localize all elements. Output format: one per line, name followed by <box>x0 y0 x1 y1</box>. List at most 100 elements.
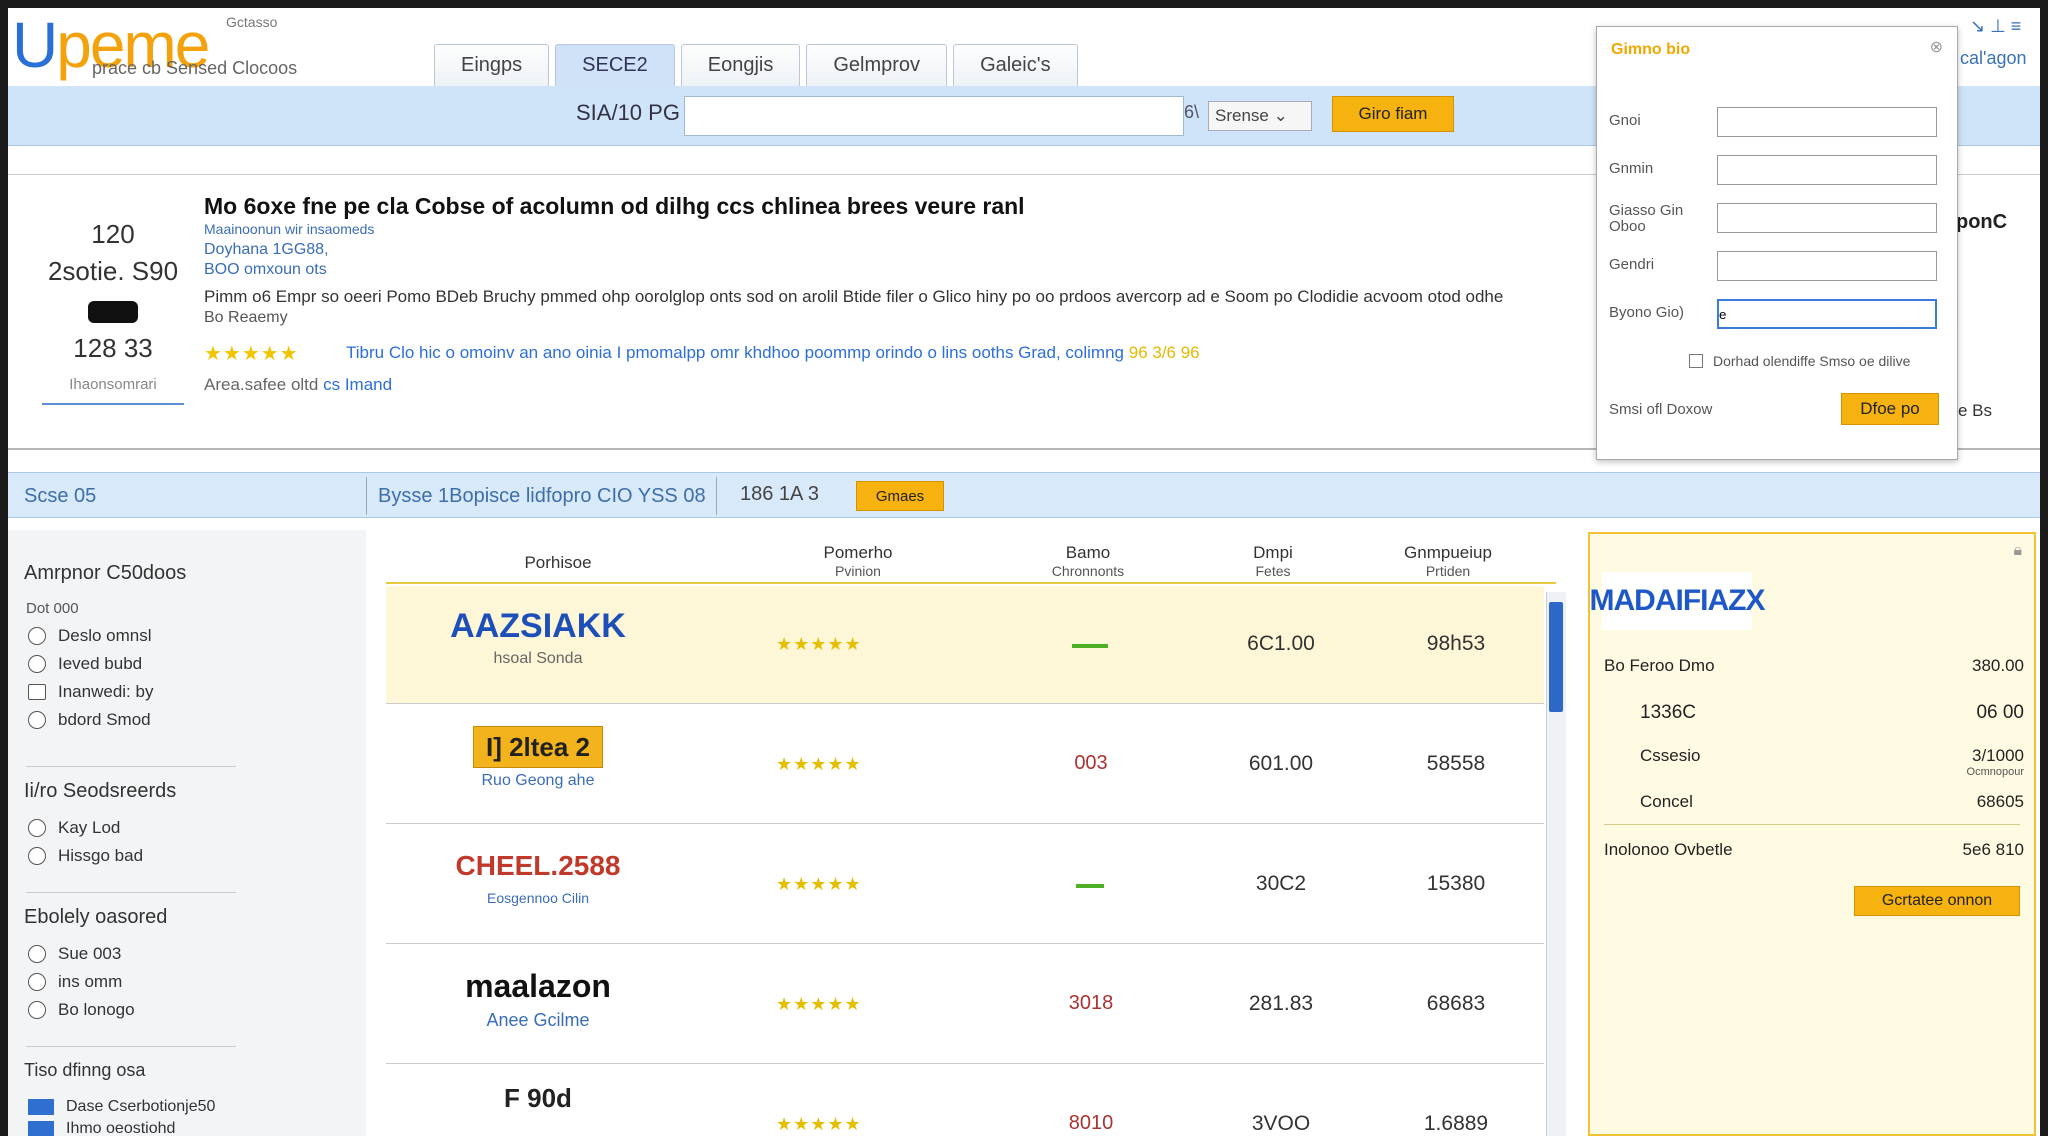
summary-row-label: 1336C <box>1640 702 1696 723</box>
featured-meta-2[interactable]: Doyhana 1GG88, <box>204 241 329 259</box>
popup-field-input[interactable] <box>1717 107 1937 137</box>
rank-pill[interactable] <box>88 301 138 323</box>
filter-option[interactable]: Dase Cserbotionje50 <box>28 1098 215 1116</box>
column-header[interactable]: Dmpi Fetes <box>1218 544 1328 580</box>
brand-logo: CHEEL.2588 <box>455 850 621 881</box>
row-brand[interactable]: F 90d <box>438 1078 638 1118</box>
brand-subtitle: hsoal Sonda <box>493 650 583 667</box>
signin-popup: Gimno bio ⊗ Gnoi Gnmin Giasso Gin Oboo G… <box>1596 26 1958 460</box>
tab-1[interactable]: SECE2 <box>555 44 675 86</box>
popup-field-row: Giasso Gin Oboo <box>1609 203 1949 235</box>
search-button[interactable]: Giro fiam <box>1332 96 1454 132</box>
close-icon[interactable]: ⊗ <box>1930 37 1943 57</box>
summary-row-value-group: 3/1000 Ocmnopour <box>1967 746 2024 778</box>
radio-button[interactable] <box>28 711 46 729</box>
tab-4[interactable]: Galeic's <box>953 44 1078 86</box>
radio-button[interactable] <box>28 945 46 963</box>
filter-option[interactable]: Kay Lod <box>28 818 120 838</box>
divider <box>26 892 236 893</box>
column-header[interactable]: Pomerho Pvinion <box>768 544 948 580</box>
tab-2[interactable]: Eongjis <box>680 44 801 86</box>
featured-meta-3[interactable]: BOO omxoun ots <box>204 261 327 279</box>
chevron-down-icon: ⌄ <box>1273 106 1288 125</box>
row-brand[interactable]: CHEEL.2588 Eosgennoo Cilin <box>438 846 638 906</box>
table-row[interactable]: CHEEL.2588 Eosgennoo Cilin ★★★★★ 30C2 153… <box>386 826 1544 944</box>
results-action-button[interactable]: Gmaes <box>856 481 944 511</box>
search-input[interactable] <box>684 96 1184 136</box>
filter-option[interactable]: ins omm <box>28 972 122 992</box>
filter-group-title: Tiso dfinng osa <box>24 1060 146 1080</box>
tab-3[interactable]: Gelmprov <box>806 44 948 86</box>
filter-option[interactable]: Inanwedi: by <box>28 682 153 702</box>
popup-field-input[interactable] <box>1717 203 1937 233</box>
search-category-select[interactable]: Srense ⌄ <box>1208 101 1312 131</box>
summary-row-label: Concel <box>1640 792 1693 811</box>
radio-button[interactable] <box>28 1001 46 1019</box>
checkbox-box[interactable] <box>1689 354 1703 368</box>
divider <box>26 766 236 767</box>
color-swatch[interactable] <box>28 1099 54 1115</box>
radio-button[interactable] <box>28 655 46 673</box>
scrollbar-thumb[interactable] <box>1549 602 1563 712</box>
row-brand[interactable]: maalazon Anee Gcilme <box>438 966 638 1031</box>
radio-button[interactable] <box>28 627 46 645</box>
popup-field-input-focused[interactable] <box>1717 299 1937 329</box>
column-header[interactable]: Bamo Chronnonts <box>1018 544 1158 580</box>
row-value-2: 1.6889 <box>1423 1112 1489 1135</box>
rank-footer[interactable]: Ihaonsomrari <box>42 376 184 405</box>
search-select-value: Srense <box>1215 106 1269 125</box>
popup-submit-button[interactable]: Dfoe po <box>1841 393 1939 425</box>
search-label: SIA/10 PG <box>576 100 680 125</box>
row-chronos-value: 8010 <box>1068 1112 1114 1134</box>
column-header[interactable]: Porhisoe <box>478 554 638 572</box>
filter-option[interactable]: Ieved bubd <box>28 654 142 674</box>
filter-option[interactable]: bdord Smod <box>28 710 151 730</box>
popup-field-input[interactable] <box>1717 251 1937 281</box>
featured-title[interactable]: Mo 6oxe fne pe cla Cobse of acolumn od d… <box>204 193 1025 220</box>
header-account-link[interactable]: cal'agon <box>1960 48 2027 69</box>
filter-option[interactable]: Ihmo oeostiohd <box>28 1120 175 1136</box>
radio-button[interactable] <box>28 819 46 837</box>
table-scrollbar[interactable] <box>1546 592 1566 1136</box>
tab-0[interactable]: Eingps <box>434 44 550 86</box>
table-row[interactable]: AAZSIAKK hsoal Sonda ★★★★★ 6C1.00 98h53 <box>386 586 1544 704</box>
popup-remember-checkbox[interactable]: Dorhad olendiffe Smso oe dilive <box>1689 353 1910 369</box>
popup-field-input[interactable] <box>1717 155 1937 185</box>
column-header-label: Bamo <box>1065 543 1111 562</box>
table-row[interactable]: F 90d ★★★★★ 8010 3VOO 1.6889 <box>386 1066 1544 1136</box>
popup-footer-link[interactable]: Smsi ofl Doxow <box>1609 401 1712 418</box>
filter-option[interactable]: Bo lonogo <box>28 1000 135 1020</box>
featured-promo[interactable]: Tibru Clo hic o omoinv an ano oinia I pm… <box>346 343 1200 363</box>
column-header[interactable]: Gnmpueiup Prtiden <box>1378 544 1518 580</box>
table-row[interactable]: I] 2ltea 2 Ruo Geong ahe ★★★★★ 003 601.00… <box>386 706 1544 824</box>
table-row[interactable]: maalazon Anee Gcilme ★★★★★ 3018 281.83 68… <box>386 946 1544 1064</box>
summary-brand-logo[interactable]: MADAIFIAZX <box>1590 572 1766 630</box>
column-header-label: Porhisoe <box>524 553 592 572</box>
brand-logo: F 90d <box>504 1083 572 1113</box>
row-brand[interactable]: I] 2ltea 2 Ruo Geong ahe <box>438 726 638 790</box>
popup-field-label: Gnoi <box>1609 112 1641 129</box>
row-brand[interactable]: AAZSIAKK hsoal Sonda <box>438 606 638 668</box>
featured-description-2: Bo Reaemy <box>204 309 288 326</box>
filter-option-label: Hissgo bad <box>58 846 144 865</box>
header-menu-icon[interactable]: ↘ ⊥ ≡ <box>1970 16 2021 37</box>
summary-continue-button[interactable]: Gcrtatee onnon <box>1854 886 2020 916</box>
lock-icon: 🔒︎ <box>2013 542 2022 559</box>
filter-option[interactable]: Hissgo bad <box>28 846 143 866</box>
filter-option[interactable]: Deslo omnsl <box>28 626 152 646</box>
color-swatch[interactable] <box>28 1121 54 1136</box>
row-value-1: 601.00 <box>1248 752 1314 775</box>
popup-field-label: Byono Gio) <box>1609 304 1685 321</box>
featured-meta-1[interactable]: Maainoonun wir insaomeds <box>204 221 374 237</box>
filter-option-label: Dase Cserbotionje50 <box>66 1098 216 1115</box>
logo-tag: Gctasso <box>226 14 278 30</box>
results-table: Porhisoe Pomerho Pvinion Bamo Chronnonts D… <box>378 530 1556 1136</box>
checkbox[interactable] <box>28 684 46 700</box>
radio-button[interactable] <box>28 973 46 991</box>
divider <box>26 1046 236 1047</box>
featured-link-prefix: Area.safee oltd <box>204 375 319 394</box>
featured-link[interactable]: Area.safee oltd cs Imand <box>204 375 392 395</box>
radio-button[interactable] <box>28 847 46 865</box>
filter-option[interactable]: Sue 003 <box>28 944 121 964</box>
summary-row-value: 380.00 <box>1972 656 2024 675</box>
